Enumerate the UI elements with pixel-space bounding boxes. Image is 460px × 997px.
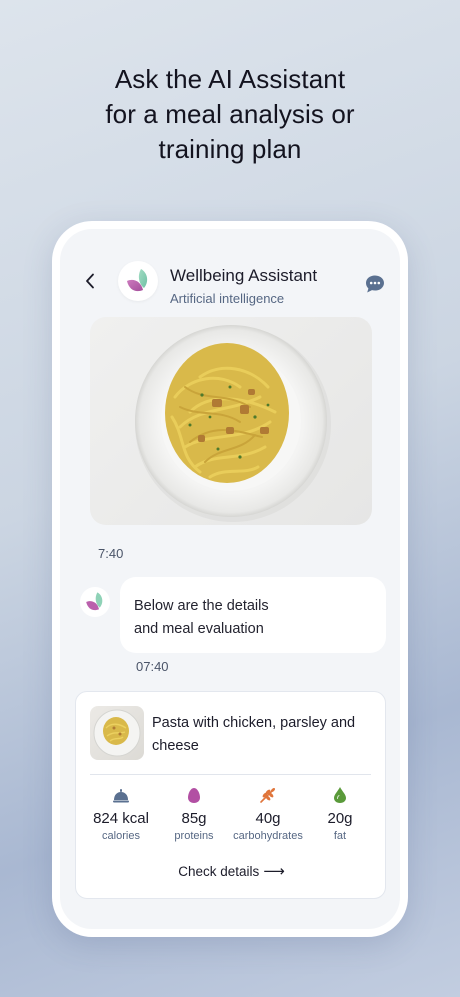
check-details-link[interactable]: Check details ⟶	[76, 862, 387, 880]
leaf-logo-icon	[86, 592, 103, 611]
carbohydrates-value: 40g	[255, 810, 281, 827]
drop-icon	[334, 787, 346, 803]
phone-frame: Wellbeing Assistant Artificial intellige…	[52, 221, 408, 937]
chevron-left-icon	[86, 273, 94, 289]
headline-line-2: for a meal analysis or	[105, 99, 355, 129]
bot-avatar	[80, 587, 110, 617]
pasta-thumbnail-image	[93, 709, 141, 757]
back-button[interactable]	[78, 269, 102, 293]
bot-message-bubble: Below are the details and meal evaluatio…	[120, 577, 386, 653]
assistant-subtitle: Artificial intelligence	[170, 291, 285, 306]
divider	[90, 774, 371, 775]
bot-message-line-2: and meal evaluation	[134, 621, 264, 637]
pasta-plate-image	[135, 325, 331, 522]
meal-analysis-card[interactable]: Pasta with chicken, parsley and cheese 8…	[75, 691, 386, 899]
cloche-icon	[113, 789, 129, 803]
proteins-label: proteins	[174, 830, 214, 842]
fat-label: fat	[333, 830, 347, 842]
nutrient-fat: 20g fat	[300, 784, 380, 842]
nutrient-calories: 824 kcal calories	[81, 784, 161, 842]
phone-screen: Wellbeing Assistant Artificial intellige…	[60, 229, 400, 929]
headline-line-1: Ask the AI Assistant	[114, 64, 346, 94]
leaf-logo-icon	[127, 269, 148, 292]
check-details-label: Check details	[178, 864, 260, 879]
arrow-right-icon: ⟶	[263, 863, 285, 880]
headline: Ask the AI Assistant for a meal analysis…	[0, 62, 460, 167]
fat-value: 20g	[327, 810, 353, 827]
proteins-value: 85g	[181, 810, 207, 827]
message-time: 7:40	[98, 546, 124, 561]
assistant-name: Wellbeing Assistant	[170, 266, 318, 285]
nutrient-carbohydrates: 40g carbohydrates	[226, 784, 310, 842]
nutrient-proteins: 85g proteins	[154, 784, 234, 842]
chat-bubble-icon	[366, 275, 384, 293]
meal-thumbnail	[90, 706, 144, 760]
bot-message-line-1: Below are the details	[134, 598, 269, 614]
assistant-avatar	[118, 261, 158, 301]
meal-title: Pasta with chicken, parsley and cheese	[152, 715, 356, 754]
chat-button[interactable]	[364, 273, 386, 295]
egg-icon	[188, 788, 200, 803]
wheat-icon	[260, 788, 275, 803]
calories-value: 824 kcal	[93, 810, 149, 827]
bot-message-time: 07:40	[136, 659, 169, 674]
calories-label: calories	[102, 830, 140, 842]
carbohydrates-label: carbohydrates	[233, 830, 303, 842]
headline-line-3: training plan	[158, 134, 302, 164]
meal-photo[interactable]	[90, 317, 372, 525]
nutrient-summary: 824 kcal calories 85g proteins 40g carbo…	[76, 784, 387, 854]
chat-header: Wellbeing Assistant Artificial intellige…	[60, 229, 400, 319]
